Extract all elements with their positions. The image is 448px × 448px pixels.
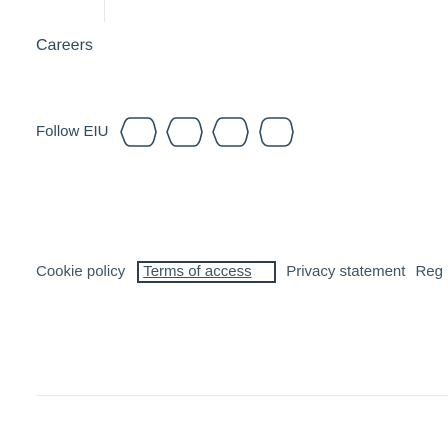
social-icon-3[interactable] [211, 115, 249, 149]
social-icon-2[interactable] [165, 115, 203, 149]
bottom-divider [36, 395, 448, 396]
privacy-statement-link[interactable]: Privacy statement [286, 262, 405, 282]
footer-links: Cookie policy Terms of access Privacy st… [36, 260, 448, 284]
careers-link[interactable]: Careers [36, 36, 93, 56]
social-icon-4[interactable] [257, 115, 295, 149]
follow-section: Follow EIU [36, 114, 303, 150]
cookie-policy-link[interactable]: Cookie policy [36, 262, 125, 282]
top-divider [104, 0, 105, 22]
reg-link[interactable]: Reg [415, 262, 443, 282]
terms-of-access-link[interactable]: Terms of access [137, 261, 277, 283]
follow-label: Follow EIU [36, 123, 109, 140]
social-icon-1[interactable] [119, 115, 157, 149]
